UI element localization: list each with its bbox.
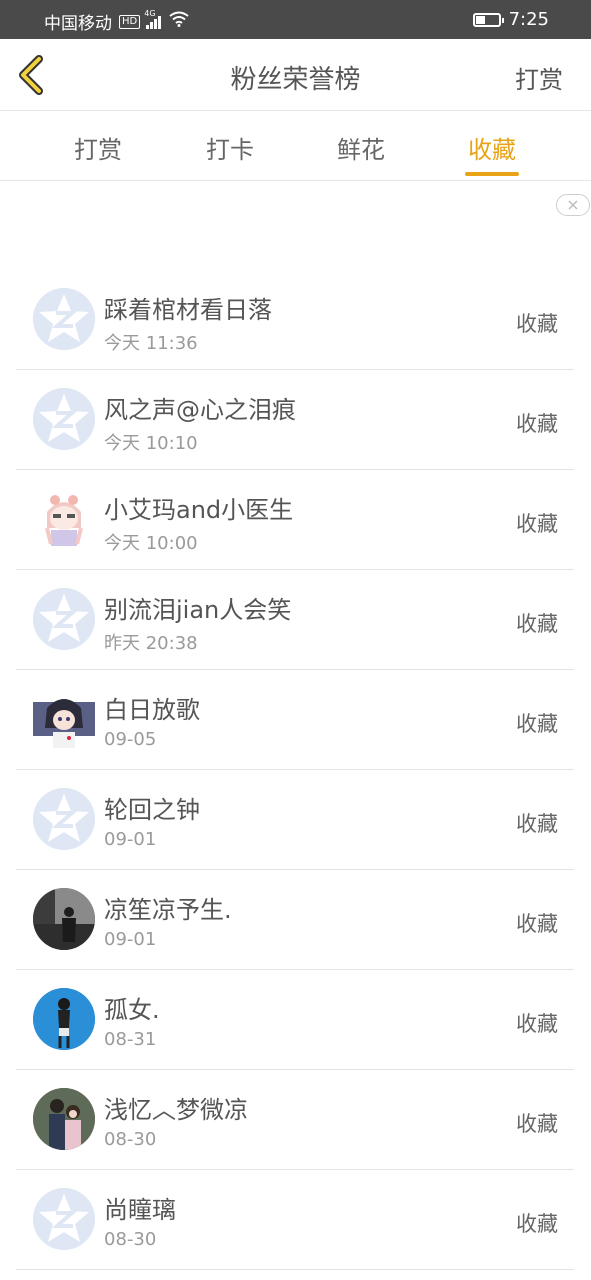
fan-time: 08-30 [104, 1129, 157, 1150]
list-item[interactable]: 浅忆︿梦微凉 08-30 收藏 [16, 1070, 574, 1170]
active-tab-indicator [465, 172, 519, 176]
action-label: 收藏 [516, 712, 558, 736]
list-item[interactable]: 轮回之钟 09-01 收藏 [16, 770, 574, 870]
fan-time: 08-30 [104, 1229, 157, 1250]
tab-label: 打卡 [206, 136, 254, 164]
fan-name: 轮回之钟 [104, 796, 200, 824]
action-label: 收藏 [516, 1112, 558, 1136]
chevron-left-icon [19, 55, 43, 95]
list-item[interactable]: 凉笙凉予生. 09-01 收藏 [16, 870, 574, 970]
action-label: 收藏 [516, 1212, 558, 1236]
fan-time: 今天 11:36 [104, 333, 198, 354]
status-left: 中国移动 HD 4G [44, 9, 189, 34]
tab-flowers[interactable]: 鲜花 [306, 130, 416, 180]
fan-name: 小艾玛and小医生 [104, 496, 294, 524]
list-item[interactable]: 孤女. 08-31 收藏 [16, 970, 574, 1070]
action-label: 收藏 [516, 412, 558, 436]
action-label: 收藏 [516, 1012, 558, 1036]
list-item[interactable]: 别流泪jian人会笑 昨天 20:38 收藏 [16, 570, 574, 670]
tab-favorites[interactable]: 收藏 [437, 130, 547, 180]
tab-reward[interactable]: 打赏 [43, 130, 153, 180]
tab-label: 鲜花 [337, 136, 385, 164]
default-avatar-icon [33, 388, 95, 450]
fan-list: 踩着棺材看日落 今天 11:36 收藏 风之声@心之泪痕 今天 10:10 收藏… [16, 270, 574, 1270]
list-item[interactable]: 白日放歌 09-05 收藏 [16, 670, 574, 770]
list-item[interactable]: 尚瞳璃 08-30 收藏 [16, 1170, 574, 1270]
battery-icon [472, 12, 504, 27]
action-label: 收藏 [516, 812, 558, 836]
list-item[interactable]: 小艾玛and小医生 今天 10:00 收藏 [16, 470, 574, 570]
tab-label: 收藏 [468, 136, 516, 164]
photo-avatar [33, 988, 95, 1050]
default-avatar-icon [33, 588, 95, 650]
list-item[interactable]: 踩着棺材看日落 今天 11:36 收藏 [16, 270, 574, 370]
ad-close-button[interactable] [556, 194, 590, 216]
anime-boy-avatar [33, 688, 95, 750]
photo-avatar [33, 1088, 95, 1150]
action-label: 收藏 [516, 512, 558, 536]
clock: 7:25 [508, 9, 549, 30]
status-right: 7:25 [472, 9, 549, 30]
tab-bar: 打赏 打卡 鲜花 收藏 [0, 112, 591, 181]
tab-label: 打赏 [74, 136, 122, 164]
back-button[interactable] [14, 53, 50, 97]
action-label: 收藏 [516, 612, 558, 636]
fan-name: 凉笙凉予生. [104, 896, 232, 924]
fan-time: 09-01 [104, 929, 157, 950]
fan-time: 08-31 [104, 1029, 157, 1050]
fan-name: 浅忆︿梦微凉 [104, 1096, 248, 1124]
anime-girl-avatar [33, 488, 95, 550]
reward-button[interactable]: 打赏 [515, 60, 563, 95]
fan-name: 白日放歌 [104, 696, 200, 724]
action-label: 收藏 [516, 912, 558, 936]
fan-time: 09-05 [104, 729, 157, 750]
default-avatar-icon [33, 288, 95, 350]
carrier-label: 中国移动 [44, 14, 112, 34]
signal-icon: 4G [144, 9, 162, 29]
nav-bar: 粉丝荣誉榜 打赏 [0, 39, 591, 111]
photo-avatar [33, 888, 95, 950]
list-item[interactable]: 风之声@心之泪痕 今天 10:10 收藏 [16, 370, 574, 470]
action-label: 收藏 [516, 312, 558, 336]
default-avatar-icon [33, 788, 95, 850]
fan-name: 风之声@心之泪痕 [104, 396, 296, 424]
fan-time: 09-01 [104, 829, 157, 850]
hd-badge: HD [119, 14, 141, 29]
fan-name: 尚瞳璃 [104, 1196, 176, 1224]
fan-name: 孤女. [104, 996, 160, 1024]
close-icon [568, 200, 578, 210]
fan-name: 别流泪jian人会笑 [104, 596, 292, 624]
fan-name: 踩着棺材看日落 [104, 296, 272, 324]
page-title: 粉丝荣誉榜 [230, 65, 361, 95]
fan-time: 今天 10:00 [104, 533, 198, 554]
default-avatar-icon [33, 1188, 95, 1250]
fan-time: 今天 10:10 [104, 433, 198, 454]
network-type: 4G [144, 8, 156, 18]
tab-checkin[interactable]: 打卡 [175, 130, 285, 180]
status-bar: 中国移动 HD 4G 7:25 [0, 0, 591, 39]
wifi-icon [169, 11, 189, 32]
fan-time: 昨天 20:38 [104, 633, 198, 654]
